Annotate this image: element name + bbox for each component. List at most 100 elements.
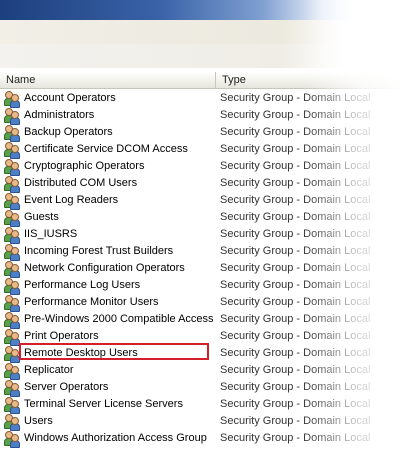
type-cell: Security Group - Domain Local: [220, 432, 371, 444]
type-cell: Security Group - Domain Local: [220, 211, 371, 223]
group-name-label: Performance Log Users: [24, 279, 141, 291]
list-item[interactable]: Incoming Forest Trust Builders Security G…: [0, 243, 403, 261]
group-name-label: Account Operators: [24, 92, 116, 104]
list-item[interactable]: Backup Operators Security Group - Domain …: [0, 124, 403, 142]
list-item[interactable]: Server Operators Security Group - Domain …: [0, 379, 403, 397]
security-group-icon: [4, 346, 20, 363]
type-cell: Security Group - Domain Local: [220, 177, 371, 189]
name-cell: Event Log Readers: [0, 192, 220, 210]
list-item[interactable]: Cryptographic Operators Security Group - …: [0, 158, 403, 176]
list-item[interactable]: Certificate Service DCOM Access Security …: [0, 141, 403, 159]
group-name-label: Incoming Forest Trust Builders: [24, 245, 174, 257]
column-header-type[interactable]: Type: [216, 72, 403, 89]
window-title-bar: [0, 0, 403, 20]
list-item[interactable]: Remote Desktop Users Security Group - Dom…: [0, 343, 403, 363]
type-cell: Security Group - Domain Local: [220, 415, 371, 427]
type-cell: Security Group - Domain Local: [220, 330, 371, 342]
list-item[interactable]: Replicator Security Group - Domain Local: [0, 362, 403, 380]
list-item[interactable]: Pre-Windows 2000 Compatible Access Securi…: [0, 311, 403, 329]
name-cell: Print Operators: [0, 328, 220, 346]
type-cell: Security Group - Domain Local: [220, 262, 371, 274]
security-group-icon: [4, 142, 20, 159]
list-item[interactable]: Guests Security Group - Domain Local: [0, 209, 403, 227]
security-group-icon: [4, 329, 20, 346]
group-name-label: Server Operators: [24, 381, 109, 393]
list-item[interactable]: Print Operators Security Group - Domain L…: [0, 328, 403, 346]
group-name-label: Users: [24, 415, 53, 427]
name-cell: Performance Monitor Users: [0, 294, 220, 312]
group-name-label: Network Configuration Operators: [24, 262, 185, 274]
group-name-label: Cryptographic Operators: [24, 160, 145, 172]
list-header: Name Type: [0, 72, 403, 89]
security-group-icon: [4, 91, 20, 108]
group-name-label: Performance Monitor Users: [24, 296, 159, 308]
name-cell: Incoming Forest Trust Builders: [0, 243, 220, 261]
name-cell: Network Configuration Operators: [0, 260, 220, 278]
list-item[interactable]: Windows Authorization Access Group Securi…: [0, 430, 403, 448]
list-item[interactable]: Performance Log Users Security Group - Do…: [0, 277, 403, 295]
name-cell: Windows Authorization Access Group: [0, 430, 220, 448]
group-name-label: Remote Desktop Users: [24, 347, 138, 359]
security-group-icon: [4, 210, 20, 227]
security-group-icon: [4, 295, 20, 312]
menu-bar: [0, 20, 403, 45]
name-cell: Cryptographic Operators: [0, 158, 220, 176]
name-cell: Administrators: [0, 107, 220, 125]
type-cell: Security Group - Domain Local: [220, 143, 371, 155]
name-cell: Pre-Windows 2000 Compatible Access: [0, 311, 220, 329]
type-cell: Security Group - Domain Local: [220, 245, 371, 257]
type-cell: Security Group - Domain Local: [220, 194, 371, 206]
name-cell: Terminal Server License Servers: [0, 396, 220, 414]
list-rows: Account Operators Security Group - Domain…: [0, 90, 403, 448]
type-cell: Security Group - Domain Local: [220, 381, 371, 393]
security-group-icon: [4, 125, 20, 142]
security-group-icon: [4, 278, 20, 295]
list-item[interactable]: Account Operators Security Group - Domain…: [0, 90, 403, 108]
type-cell: Security Group - Domain Local: [220, 92, 371, 104]
group-name-label: Pre-Windows 2000 Compatible Access: [24, 313, 214, 325]
name-cell: Remote Desktop Users: [0, 343, 220, 363]
name-cell: Account Operators: [0, 90, 220, 108]
group-name-label: Windows Authorization Access Group: [24, 432, 207, 444]
name-cell: Server Operators: [0, 379, 220, 397]
list-item[interactable]: Network Configuration Operators Security …: [0, 260, 403, 278]
list-item[interactable]: Terminal Server License Servers Security …: [0, 396, 403, 414]
list-item[interactable]: Distributed COM Users Security Group - Do…: [0, 175, 403, 193]
group-name-label: Administrators: [24, 109, 95, 121]
type-cell: Security Group - Domain Local: [220, 126, 371, 138]
type-cell: Security Group - Domain Local: [220, 364, 371, 376]
security-group-icon: [4, 261, 20, 278]
security-group-icon: [4, 380, 20, 397]
list-item[interactable]: Performance Monitor Users Security Group …: [0, 294, 403, 312]
group-name-label: Print Operators: [24, 330, 99, 342]
name-cell: Guests: [0, 209, 220, 227]
group-name-label: Terminal Server License Servers: [24, 398, 183, 410]
list-item[interactable]: Administrators Security Group - Domain Lo…: [0, 107, 403, 125]
type-cell: Security Group - Domain Local: [220, 347, 371, 359]
group-name-label: Event Log Readers: [24, 194, 119, 206]
group-name-label: Guests: [24, 211, 59, 223]
list-item[interactable]: Users Security Group - Domain Local: [0, 413, 403, 431]
list-item[interactable]: Event Log Readers Security Group - Domain…: [0, 192, 403, 210]
group-name-label: Backup Operators: [24, 126, 113, 138]
type-cell: Security Group - Domain Local: [220, 313, 371, 325]
security-group-icon: [4, 431, 20, 448]
security-group-icon: [4, 108, 20, 125]
toolbar: [0, 44, 403, 68]
name-cell: Performance Log Users: [0, 277, 220, 295]
name-cell: Users: [0, 413, 220, 431]
type-cell: Security Group - Domain Local: [220, 398, 371, 410]
security-group-icon: [4, 363, 20, 380]
security-group-icon: [4, 414, 20, 431]
column-header-name[interactable]: Name: [0, 72, 216, 89]
security-group-icon: [4, 159, 20, 176]
security-group-icon: [4, 397, 20, 414]
security-group-icon: [4, 176, 20, 193]
name-cell: Certificate Service DCOM Access: [0, 141, 220, 159]
type-cell: Security Group - Domain Local: [220, 296, 371, 308]
type-cell: Security Group - Domain Local: [220, 279, 371, 291]
group-name-label: Certificate Service DCOM Access: [24, 143, 188, 155]
group-name-label: IIS_IUSRS: [24, 228, 78, 240]
list-item[interactable]: IIS_IUSRS Security Group - Domain Local: [0, 226, 403, 244]
group-name-label: Distributed COM Users: [24, 177, 138, 189]
